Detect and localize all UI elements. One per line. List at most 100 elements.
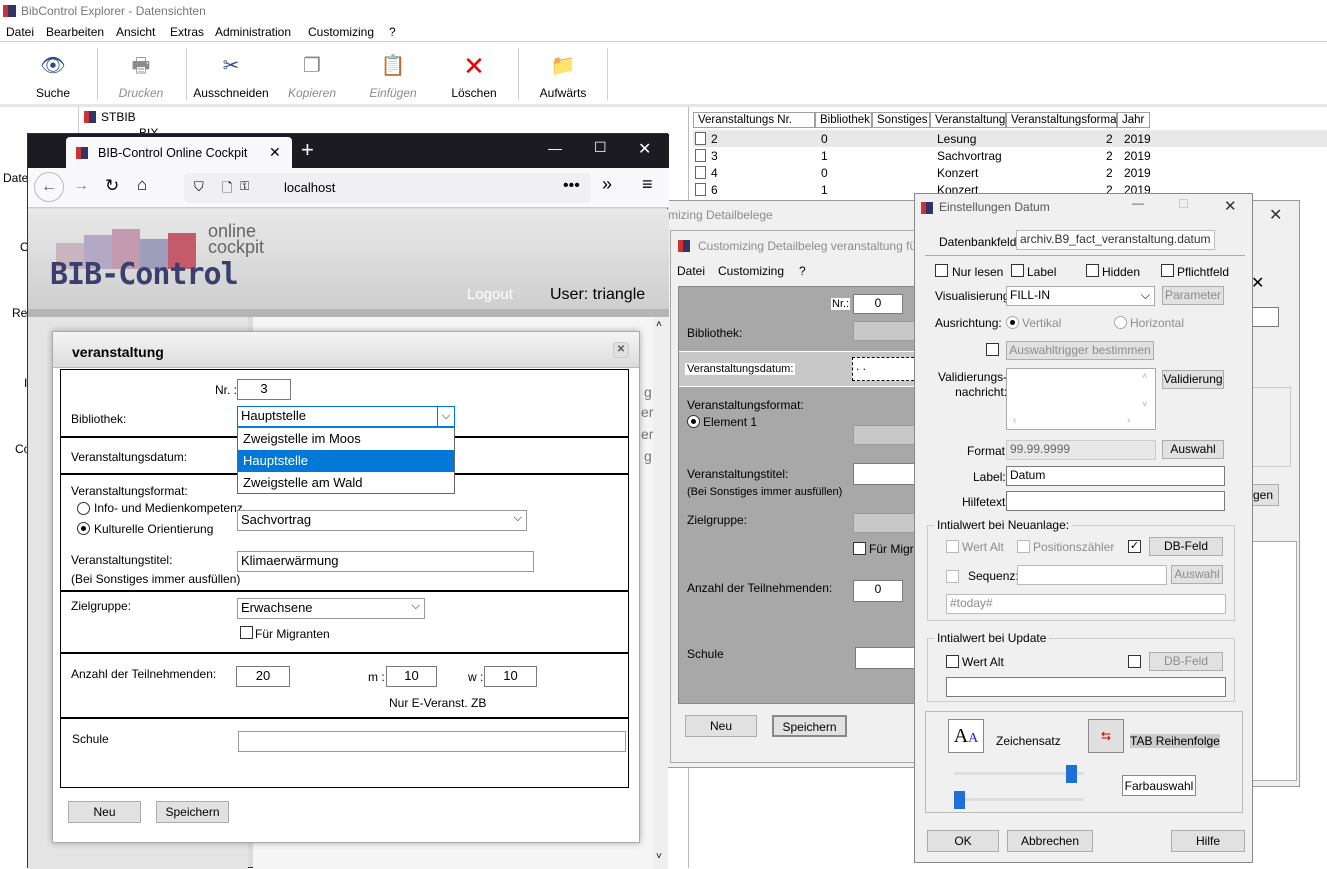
cust-bibliothek-field[interactable]	[853, 321, 919, 341]
sequenz-input[interactable]	[1017, 565, 1167, 585]
parameter-button[interactable]: Parameter	[1162, 286, 1224, 305]
cust-datum-input[interactable]: . .	[852, 357, 919, 381]
form-speichern-button[interactable]: Speichern	[156, 801, 229, 823]
form-anzahl-input[interactable]: 20	[236, 666, 290, 687]
farbauswahl-button[interactable]: Farbauswahl	[1122, 775, 1196, 796]
horizontal-radio[interactable]	[1114, 316, 1127, 329]
toolbar-kopieren[interactable]: ❐ Kopieren	[271, 52, 353, 100]
table-row[interactable]: 4 0 Konzert 2 2019	[693, 164, 1327, 181]
pflichtfeld-checkbox[interactable]	[1161, 264, 1174, 277]
minimize-icon[interactable]: —	[548, 140, 562, 156]
close-icon[interactable]: ✕	[1251, 273, 1264, 293]
back-icon[interactable]: ←	[34, 172, 64, 202]
tab-close-icon[interactable]: ✕	[269, 144, 281, 161]
wert-alt-update-checkbox[interactable]	[946, 655, 959, 668]
slider-thumb-1[interactable]	[1066, 765, 1077, 783]
sequenz-checkbox[interactable]	[946, 570, 959, 583]
cust-nr-input[interactable]: 0	[853, 294, 903, 314]
toolbar-loeschen[interactable]: ✕ Löschen	[433, 52, 515, 100]
db-feld-update-button[interactable]: DB-Feld	[1149, 652, 1223, 671]
cust-anzahl-input[interactable]: 0	[853, 580, 903, 602]
logout-link[interactable]: Logout	[467, 286, 513, 303]
update-input[interactable]	[946, 677, 1226, 697]
form-bibliothek-select[interactable]: Hauptstelle ⌵	[237, 406, 455, 427]
url-text[interactable]: localhost	[284, 180, 335, 195]
close-icon[interactable]: ✕	[1224, 197, 1237, 215]
form-m-input[interactable]: 10	[386, 666, 437, 687]
db-feld-button[interactable]: DB-Feld	[1149, 537, 1223, 556]
reload-icon[interactable]: ↻	[105, 176, 119, 196]
positionszaehler-checkbox[interactable]	[1017, 540, 1030, 553]
close-icon[interactable]: ✕	[613, 342, 629, 358]
cust-element-radio[interactable]	[687, 415, 700, 428]
ok-button[interactable]: OK	[927, 830, 999, 852]
chevron-down-icon[interactable]: ⌵	[437, 407, 454, 426]
dropdown-option-selected[interactable]: Hauptstelle	[238, 450, 454, 472]
toolbar-drucken[interactable]: 🖶 Drucken	[100, 52, 182, 100]
side-label[interactable]: Re	[12, 306, 27, 320]
back-input[interactable]	[1251, 307, 1279, 327]
cust-migranten-checkbox[interactable]	[853, 542, 866, 555]
more-icon[interactable]: •••	[563, 177, 580, 195]
hamburger-menu-icon[interactable]: ≡	[642, 174, 653, 195]
permissions-icon[interactable]: ⚿	[240, 179, 249, 194]
cust-menu-datei[interactable]: Datei	[677, 264, 705, 278]
shield-icon[interactable]: ⛉	[194, 179, 204, 195]
side-label[interactable]: Date	[3, 171, 28, 185]
form-zielgruppe-select[interactable]: Erwachsene ⌵	[237, 598, 425, 619]
new-tab-icon[interactable]: +	[301, 137, 314, 163]
scroll-up-icon[interactable]: ˄	[1142, 371, 1147, 381]
home-icon[interactable]: ⌂	[137, 175, 147, 195]
form-format-select[interactable]: Sachvortrag ⌵	[237, 510, 527, 531]
overflow-icon[interactable]: »	[602, 174, 612, 195]
cust-format-field[interactable]	[853, 425, 919, 445]
hidden-checkbox[interactable]	[1086, 264, 1099, 277]
form-schule-input[interactable]	[238, 731, 626, 752]
menu-ansicht[interactable]: Ansicht	[116, 25, 155, 39]
page-icon[interactable]: 🗋	[222, 179, 232, 201]
datenbankfeld-input[interactable]: archiv.B9_fact_veranstaltung.datum	[1016, 230, 1215, 250]
col-header[interactable]: Bibliothek	[815, 112, 872, 128]
scroll-left-icon[interactable]: ‹	[1013, 415, 1016, 426]
page-scrollbar[interactable]: ˄ ˅	[653, 317, 668, 869]
form-neu-button[interactable]: Neu	[68, 801, 141, 823]
table-row[interactable]: 2 0 Lesung 2 2019	[693, 130, 1327, 147]
db-feld-checkbox[interactable]: ✓	[1128, 540, 1141, 553]
scroll-down-icon[interactable]: ˅	[1142, 399, 1147, 409]
menu-bearbeiten[interactable]: Bearbeiten	[46, 25, 104, 39]
maximize-icon[interactable]: ☐	[1178, 197, 1189, 211]
close-icon[interactable]: ✕	[638, 139, 651, 159]
dropdown-option[interactable]: Zweigstelle im Moos	[238, 428, 454, 450]
menu-customizing[interactable]: Customizing	[308, 25, 374, 39]
hilfetext-input[interactable]	[1006, 491, 1225, 511]
migranten-checkbox[interactable]	[240, 626, 253, 639]
scroll-up-icon[interactable]: ˄	[656, 319, 662, 330]
format-input[interactable]: 99.99.9999	[1006, 440, 1156, 460]
browser-tab[interactable]: BIB-Control Online Cockpit ✕	[66, 137, 292, 168]
nur-lesen-checkbox[interactable]	[935, 264, 948, 277]
visualisierung-select[interactable]: FILL-IN ⌵	[1006, 286, 1155, 306]
auswahltrigger-checkbox[interactable]	[986, 343, 999, 356]
tree-root[interactable]: STBIB	[101, 110, 136, 124]
dropdown-option[interactable]: Zweigstelle am Wald	[238, 472, 454, 494]
radio-kulturelle[interactable]	[77, 522, 90, 535]
toolbar-suche[interactable]: 👁 Suche	[12, 52, 94, 100]
radio-info-medien[interactable]	[77, 502, 90, 515]
cust-speichern-button[interactable]: Speichern	[772, 715, 847, 737]
menu-datei[interactable]: Datei	[6, 25, 34, 39]
today-input[interactable]: #today#	[946, 594, 1226, 614]
db-feld-update-checkbox[interactable]	[1128, 655, 1141, 668]
table-row[interactable]: 3 1 Sachvortrag 2 2019	[693, 147, 1327, 164]
menu-administration[interactable]: Administration	[215, 25, 291, 39]
col-header[interactable]: Veranstaltungsformat	[1006, 112, 1120, 128]
minimize-icon[interactable]: —	[1132, 196, 1144, 210]
cust-menu-customizing[interactable]: Customizing	[718, 264, 784, 278]
vertikal-radio[interactable]	[1006, 316, 1019, 329]
label-checkbox[interactable]	[1011, 264, 1024, 277]
validierung-textarea[interactable]: ˄ ˅ ‹ ›	[1006, 368, 1156, 430]
hilfe-button[interactable]: Hilfe	[1171, 830, 1245, 852]
toolbar-aufwaerts[interactable]: 📁 Aufwärts	[522, 52, 604, 100]
cust-titel-input[interactable]	[853, 463, 919, 485]
menu-help[interactable]: ?	[389, 25, 396, 39]
cust-neu-button[interactable]: Neu	[685, 715, 757, 737]
